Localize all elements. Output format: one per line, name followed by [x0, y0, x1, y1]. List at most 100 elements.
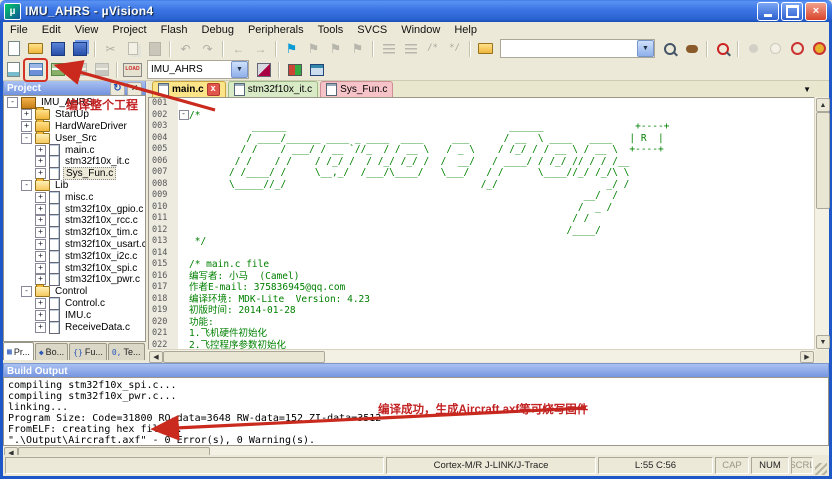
- expand-toggle[interactable]: +: [35, 192, 46, 203]
- tree-node[interactable]: + misc.c: [4, 191, 145, 203]
- minimize-button[interactable]: [757, 2, 779, 21]
- vscroll-thumb[interactable]: [816, 112, 830, 209]
- code-text[interactable]: 作者E-mail: 375836945@qq.com: [189, 282, 345, 294]
- scroll-down-button[interactable]: ▼: [816, 335, 830, 349]
- maximize-button[interactable]: [781, 2, 803, 21]
- translate-button[interactable]: [3, 60, 24, 80]
- bookmark-clear-button[interactable]: ⚑: [347, 39, 368, 59]
- code-text[interactable]: /* main.c file: [189, 259, 269, 271]
- tree-node[interactable]: + stm32f10x_usart.c: [4, 239, 145, 251]
- tree-node[interactable]: + IMU.c: [4, 309, 145, 321]
- menu-item[interactable]: Help: [447, 23, 484, 37]
- panel-tab[interactable]: ◆ Bo...: [35, 343, 68, 360]
- code-text[interactable]: \_____//_/ /_/ _/ /: [189, 179, 629, 191]
- code-text[interactable]: / _ /: [189, 202, 612, 214]
- expand-toggle[interactable]: +: [35, 310, 46, 321]
- code-text[interactable]: / ____/______ ____ _ ____ ____ ___ / __ …: [189, 133, 664, 145]
- editor-tab[interactable]: main.c x: [152, 81, 226, 97]
- tab-list-dropdown-button[interactable]: ▼: [803, 85, 811, 94]
- expand-toggle[interactable]: -: [21, 133, 32, 144]
- uncomment-button[interactable]: */: [444, 39, 465, 59]
- expand-toggle[interactable]: -: [21, 286, 32, 297]
- expand-toggle[interactable]: +: [35, 298, 46, 309]
- expand-toggle[interactable]: +: [35, 263, 46, 274]
- bookmark-toggle-button[interactable]: ⚑: [281, 39, 302, 59]
- scroll-left-button[interactable]: ◀: [149, 351, 163, 363]
- expand-toggle[interactable]: +: [35, 215, 46, 226]
- save-button[interactable]: [47, 39, 68, 59]
- code-text[interactable]: 功能:: [189, 317, 214, 329]
- target-dropdown-button[interactable]: ▼: [231, 61, 248, 78]
- code-text[interactable]: __/ /: [189, 190, 618, 202]
- download-button[interactable]: LOAD: [122, 60, 143, 80]
- tree-node[interactable]: - Control: [4, 286, 145, 298]
- tree-node[interactable]: - User_Src: [4, 132, 145, 144]
- nav-back-button[interactable]: ←: [228, 39, 249, 59]
- copy-button[interactable]: [122, 39, 143, 59]
- target-select[interactable]: IMU_AHRS ▼: [147, 60, 249, 79]
- resize-grip[interactable]: [815, 463, 827, 475]
- menu-item[interactable]: Tools: [311, 23, 351, 37]
- tree-node[interactable]: + HardWareDriver: [4, 121, 145, 133]
- expand-toggle[interactable]: -: [7, 97, 18, 108]
- open-file-button[interactable]: [25, 39, 46, 59]
- redo-button[interactable]: ↷: [197, 39, 218, 59]
- rebuild-button[interactable]: [47, 60, 68, 80]
- comment-button[interactable]: /*: [422, 39, 443, 59]
- menu-item[interactable]: Debug: [195, 23, 241, 37]
- menu-item[interactable]: Project: [105, 23, 153, 37]
- build-button[interactable]: [25, 60, 46, 80]
- expand-toggle[interactable]: +: [35, 145, 46, 156]
- scroll-up-button[interactable]: ▲: [816, 98, 830, 112]
- code-editor[interactable]: 001 002 - /* 003 ______ ______ +----+ 00…: [148, 97, 815, 350]
- panel-tab[interactable]: ▦ Pr...: [3, 342, 34, 360]
- tree-node[interactable]: - Lib: [4, 180, 145, 192]
- expand-toggle[interactable]: +: [21, 109, 32, 120]
- breakpoint-kill-all-button[interactable]: [809, 39, 830, 59]
- panel-tab[interactable]: {} Fu...: [69, 343, 107, 360]
- expand-toggle[interactable]: +: [35, 204, 46, 215]
- find-in-files-button[interactable]: [475, 39, 496, 59]
- menu-item[interactable]: Peripherals: [241, 23, 311, 37]
- code-text[interactable]: / /____/ / \__,_/ /___/\____/ \___/ / / …: [189, 167, 629, 179]
- code-text[interactable]: 编写者: 小马 (Camel): [189, 271, 299, 283]
- bookmark-next-button[interactable]: ⚑: [325, 39, 346, 59]
- manage-components-button[interactable]: [284, 60, 305, 80]
- breakpoint-toggle-button[interactable]: [743, 39, 764, 59]
- tree-node[interactable]: + stm32f10x_spi.c: [4, 262, 145, 274]
- incremental-find-button[interactable]: [681, 39, 702, 59]
- batch-build-button[interactable]: [69, 60, 90, 80]
- indent-left-button[interactable]: [378, 39, 399, 59]
- find-button[interactable]: [659, 39, 680, 59]
- breakpoint-disable-all-button[interactable]: [787, 39, 808, 59]
- nav-forward-button[interactable]: →: [250, 39, 271, 59]
- menu-item[interactable]: Flash: [154, 23, 195, 37]
- tree-node[interactable]: + ReceiveData.c: [4, 321, 145, 333]
- menu-item[interactable]: Window: [394, 23, 447, 37]
- pin-icon[interactable]: ↻: [110, 82, 125, 96]
- tree-node[interactable]: + stm32f10x_tim.c: [4, 227, 145, 239]
- save-all-button[interactable]: [69, 39, 90, 59]
- panel-tab[interactable]: 0, Te...: [108, 343, 145, 360]
- expand-toggle[interactable]: +: [35, 322, 46, 333]
- code-text[interactable]: ______ ______ +----+: [189, 121, 669, 133]
- search-dropdown-button[interactable]: ▼: [637, 40, 654, 57]
- code-text[interactable]: */: [189, 236, 206, 248]
- editor-tab[interactable]: stm32f10x_it.c x: [228, 81, 318, 97]
- expand-toggle[interactable]: +: [35, 251, 46, 262]
- undo-button[interactable]: ↶: [175, 39, 196, 59]
- tree-node[interactable]: + stm32f10x_gpio.c: [4, 203, 145, 215]
- tree-node[interactable]: + stm32f10x_pwr.c: [4, 274, 145, 286]
- code-text[interactable]: 初版时间: 2014-01-28: [189, 305, 296, 317]
- menu-item[interactable]: SVCS: [350, 23, 394, 37]
- tree-node[interactable]: + stm32f10x_i2c.c: [4, 250, 145, 262]
- tree-node[interactable]: + Control.c: [4, 298, 145, 310]
- code-text[interactable]: / / / / / /_/ / / /_/ /_/ / / __/ / ____…: [189, 156, 629, 168]
- code-text[interactable]: / /: [189, 213, 589, 225]
- menu-item[interactable]: File: [3, 23, 35, 37]
- expand-toggle[interactable]: +: [35, 227, 46, 238]
- code-text[interactable]: /*: [189, 110, 200, 122]
- code-text[interactable]: 1.飞机硬件初始化: [189, 328, 267, 340]
- expand-toggle[interactable]: +: [35, 156, 46, 167]
- new-file-button[interactable]: [3, 39, 24, 59]
